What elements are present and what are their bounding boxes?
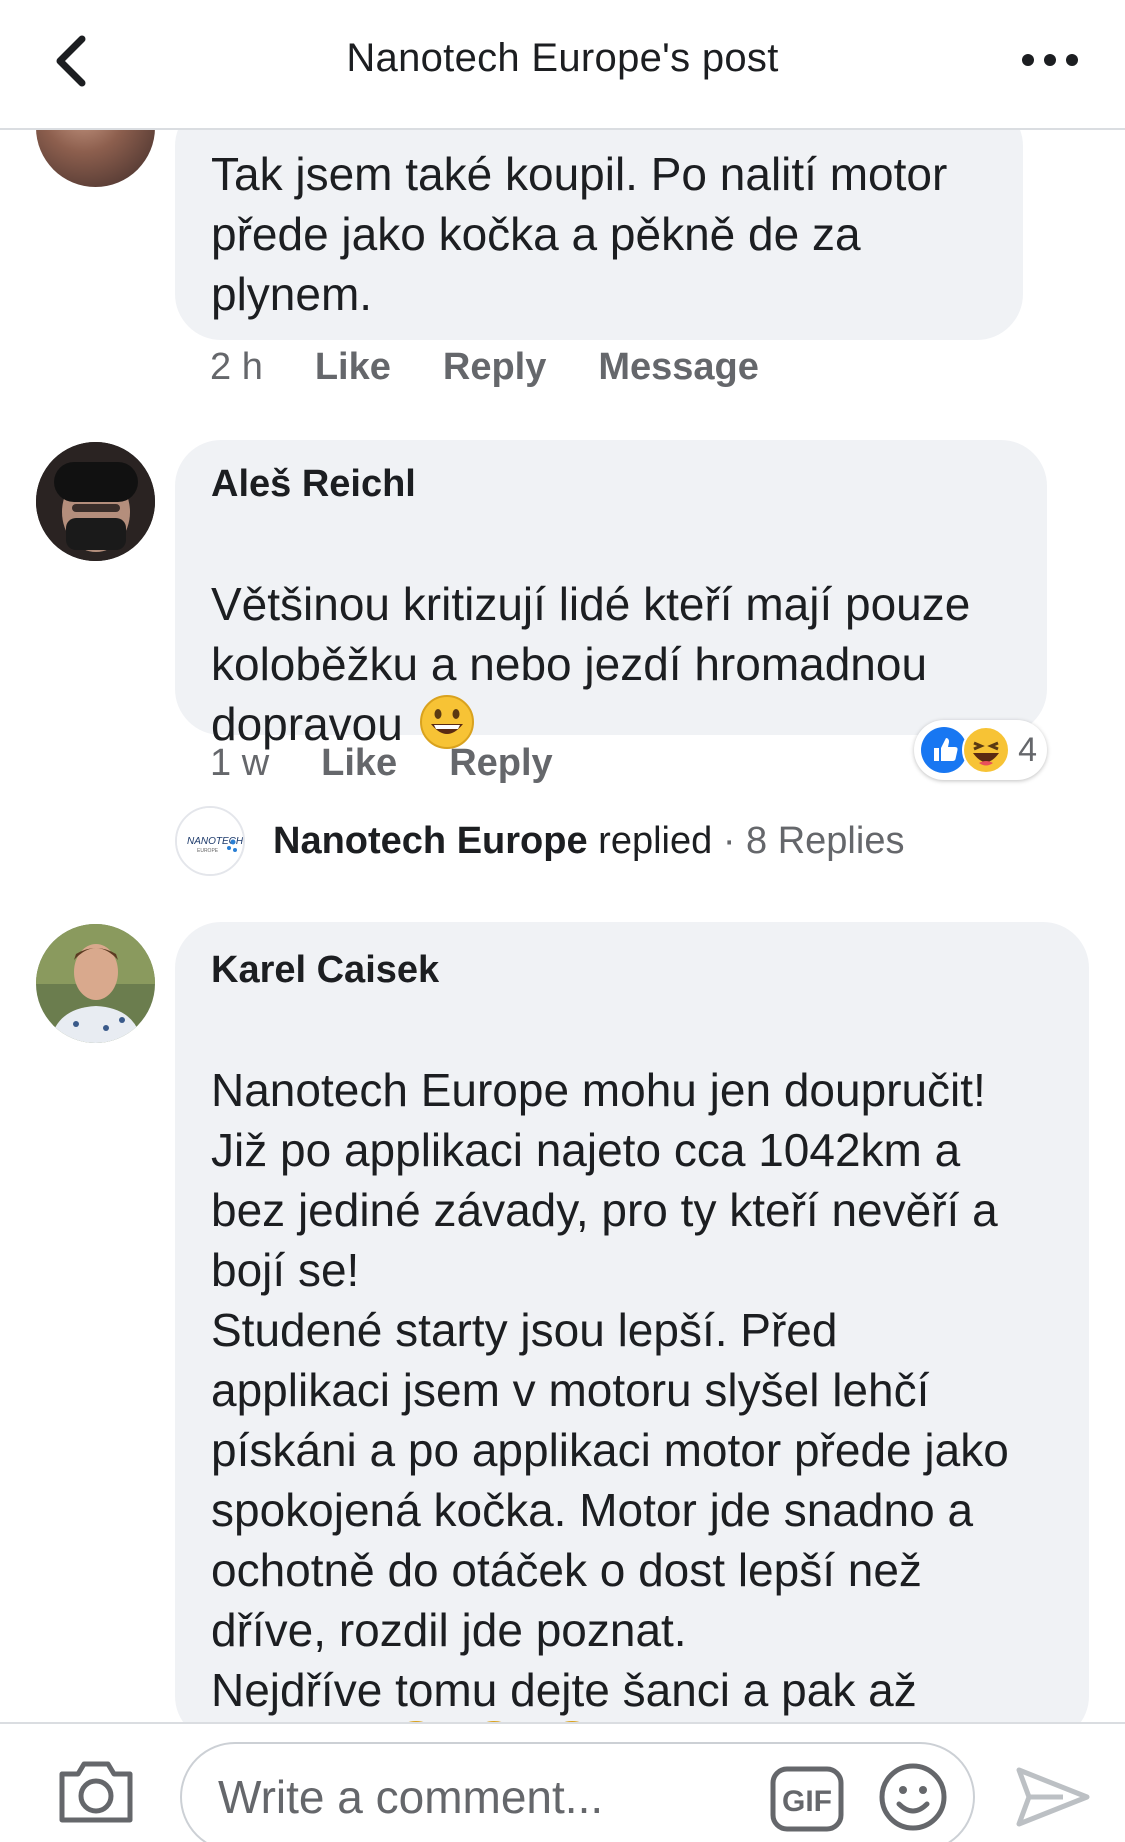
avatar-photo: [36, 924, 155, 1043]
page-avatar: NANOTECH EUROPE: [175, 806, 245, 876]
like-icon: [921, 727, 968, 773]
more-dots-icon: [1022, 54, 1078, 66]
comment-composer: GIF: [0, 1722, 1125, 1842]
reaction-count: 4: [1018, 730, 1037, 769]
laughing-icon: [962, 726, 1011, 774]
page-title: Nanotech Europe's post: [346, 36, 779, 80]
send-icon: [1016, 1767, 1090, 1827]
comment-bubble[interactable]: Aleš Reichl Většinou kritizují lidé kteř…: [175, 440, 1047, 750]
replies-count: 8 Replies: [746, 819, 905, 862]
send-button[interactable]: [1015, 1764, 1091, 1830]
avatar-photo: [36, 442, 155, 561]
comment-time: 1 w: [210, 742, 270, 784]
comment-input[interactable]: [180, 1742, 975, 1842]
comment-text: Tak jsem také koupil. Po nalití motor př…: [211, 148, 948, 320]
gif-label: GIF: [782, 1785, 832, 1818]
view-replies-link[interactable]: NANOTECH EUROPE Nanotech Europe replied ·…: [175, 805, 904, 877]
like-button[interactable]: Like: [321, 742, 397, 785]
comment-author[interactable]: Karel Caisek: [211, 948, 1053, 992]
camera-button[interactable]: [56, 1756, 136, 1826]
reactions-badge[interactable]: 4: [914, 720, 1047, 780]
reply-button[interactable]: Reply: [449, 742, 552, 785]
commenter-avatar[interactable]: [36, 924, 155, 1043]
comment-actions: 2 h Like Reply Message: [210, 346, 811, 389]
comment-bubble[interactable]: Tak jsem také koupil. Po nalití motor př…: [175, 100, 1023, 340]
comment-text: Nanotech Europe mohu jen doupručit! Již …: [211, 1064, 1009, 1776]
replies-separator: ·: [722, 819, 736, 862]
top-nav-bar: Nanotech Europe's post: [0, 0, 1125, 130]
more-options-button[interactable]: [1015, 38, 1085, 82]
camera-icon: [59, 1761, 133, 1823]
comment-feed[interactable]: Tak jsem také koupil. Po nalití motor př…: [0, 0, 1125, 1842]
svg-text:EUROPE: EUROPE: [197, 848, 219, 854]
comment-time: 2 h: [210, 346, 263, 388]
emoji-button[interactable]: [878, 1762, 948, 1832]
comment-actions: 1 w Like Reply: [210, 742, 605, 785]
replied-label: replied: [598, 819, 713, 862]
gif-button[interactable]: GIF: [770, 1766, 844, 1832]
commenter-avatar[interactable]: [36, 442, 155, 561]
reply-button[interactable]: Reply: [443, 346, 546, 389]
smiley-icon: [879, 1763, 947, 1831]
gif-icon: GIF: [770, 1766, 844, 1832]
replier-name: Nanotech Europe: [273, 819, 588, 862]
comment-author[interactable]: Aleš Reichl: [211, 462, 1011, 506]
comment-text: Většinou kritizují lidé kteří mají pouze…: [211, 578, 971, 750]
comment-bubble[interactable]: Karel Caisek Nanotech Europe mohu jen do…: [175, 922, 1089, 1776]
message-button[interactable]: Message: [598, 346, 759, 389]
like-button[interactable]: Like: [315, 346, 391, 389]
